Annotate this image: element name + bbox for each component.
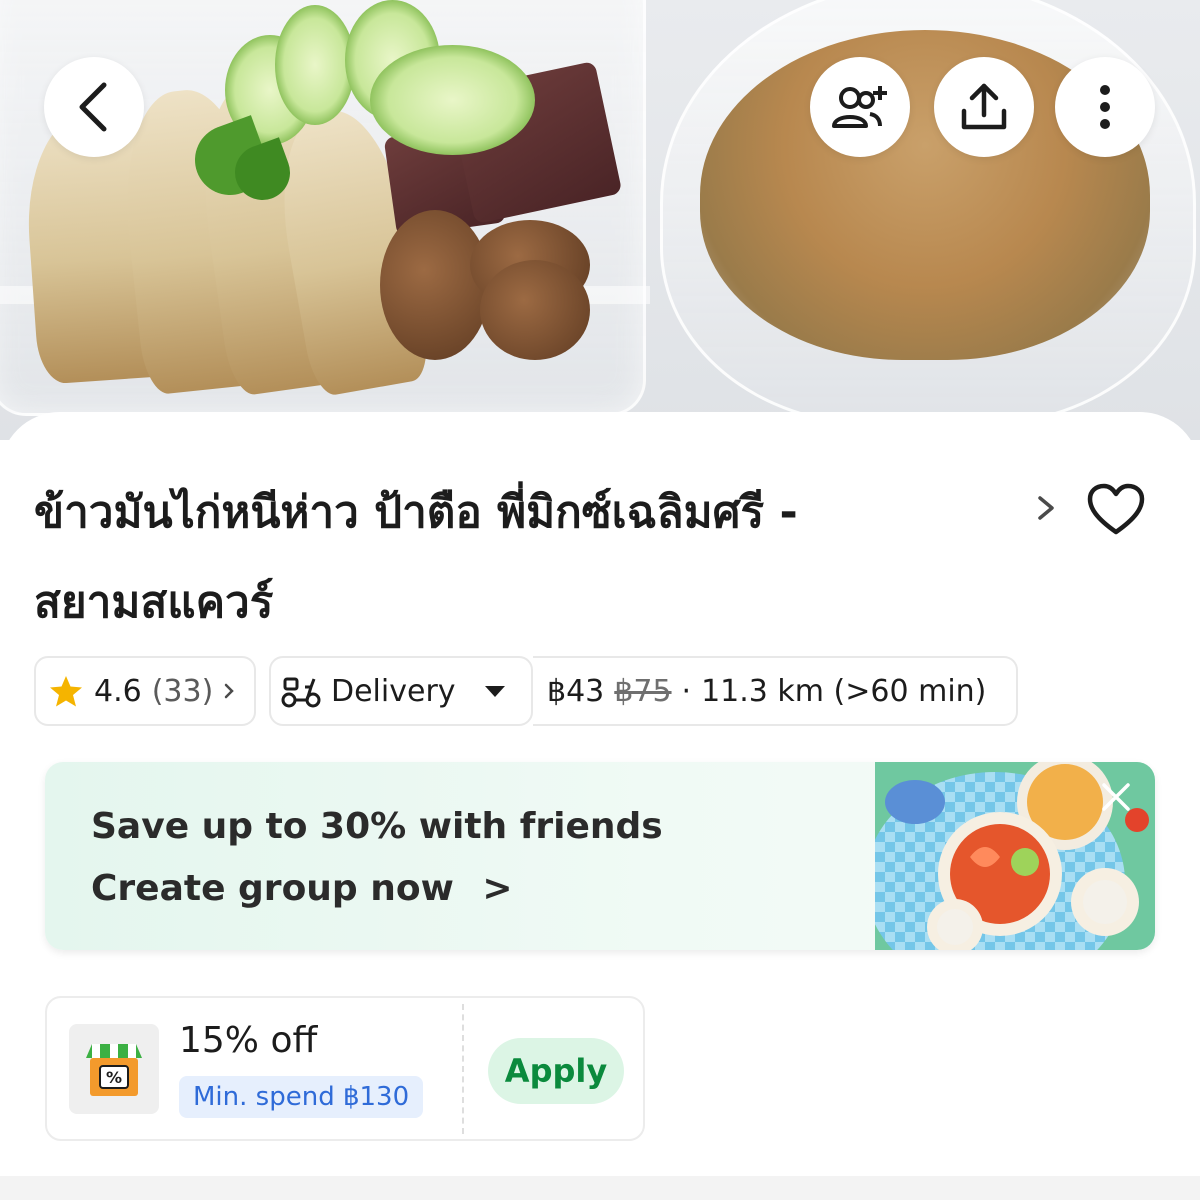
- more-vertical-icon: [1100, 85, 1110, 129]
- group-promo-banner[interactable]: Save up to 30% with friends Create group…: [45, 762, 1155, 950]
- share-button[interactable]: [934, 57, 1034, 157]
- star-icon: [50, 676, 82, 707]
- original-fee: ฿75: [614, 673, 672, 709]
- more-button[interactable]: [1055, 57, 1155, 157]
- promo-line-1: Save up to 30% with friends: [91, 806, 663, 847]
- voucher-title: 15% off: [179, 1020, 318, 1061]
- back-button[interactable]: [44, 57, 144, 157]
- chevron-right-small-icon: [225, 683, 235, 699]
- add-group-icon: [832, 86, 887, 128]
- min-spend-badge: Min. spend ฿130: [179, 1076, 424, 1118]
- shop-discount-icon: %: [86, 1044, 142, 1096]
- separator-dot: ·: [681, 673, 692, 709]
- rating-chip[interactable]: 4.6 (33): [34, 656, 256, 726]
- voucher-card: % 15% off Min. spend ฿130 Apply: [45, 996, 645, 1141]
- delivery-fee: ฿43: [547, 673, 605, 709]
- distance-time: 11.3 km (>60 min): [701, 673, 987, 709]
- restaurant-name[interactable]: ข้าวมันไก่หนีห่าว ป้าตือ พี่มิกซ์เฉลิมศร…: [34, 468, 1034, 648]
- voucher-icon-box: %: [69, 1024, 159, 1114]
- delivery-fee-chip: ฿43 ฿75 · 11.3 km (>60 min): [533, 656, 1018, 726]
- hero-image: [0, 0, 1200, 440]
- chevron-right-icon[interactable]: [1034, 490, 1058, 526]
- chevron-left-icon: [79, 82, 107, 132]
- rating-value: 4.6: [94, 673, 142, 709]
- delivery-mode-label: Delivery: [331, 673, 456, 709]
- bottom-divider: [0, 1176, 1200, 1200]
- create-group-link[interactable]: Create group now >: [91, 868, 513, 909]
- svg-text:%: %: [106, 1068, 122, 1087]
- create-group-label: Create group now: [91, 868, 454, 909]
- heart-outline-icon[interactable]: [1086, 482, 1146, 536]
- share-icon: [961, 83, 1007, 130]
- add-group-button[interactable]: [810, 57, 910, 157]
- rating-count: (33): [151, 673, 214, 709]
- apply-button[interactable]: Apply: [488, 1038, 624, 1104]
- caret-down-icon: [484, 686, 505, 697]
- arrow-right-icon: >: [482, 868, 513, 909]
- scooter-icon: [281, 677, 321, 708]
- close-icon[interactable]: [1099, 780, 1133, 814]
- dashed-divider: [462, 1004, 464, 1134]
- delivery-mode-dropdown[interactable]: Delivery: [269, 656, 533, 726]
